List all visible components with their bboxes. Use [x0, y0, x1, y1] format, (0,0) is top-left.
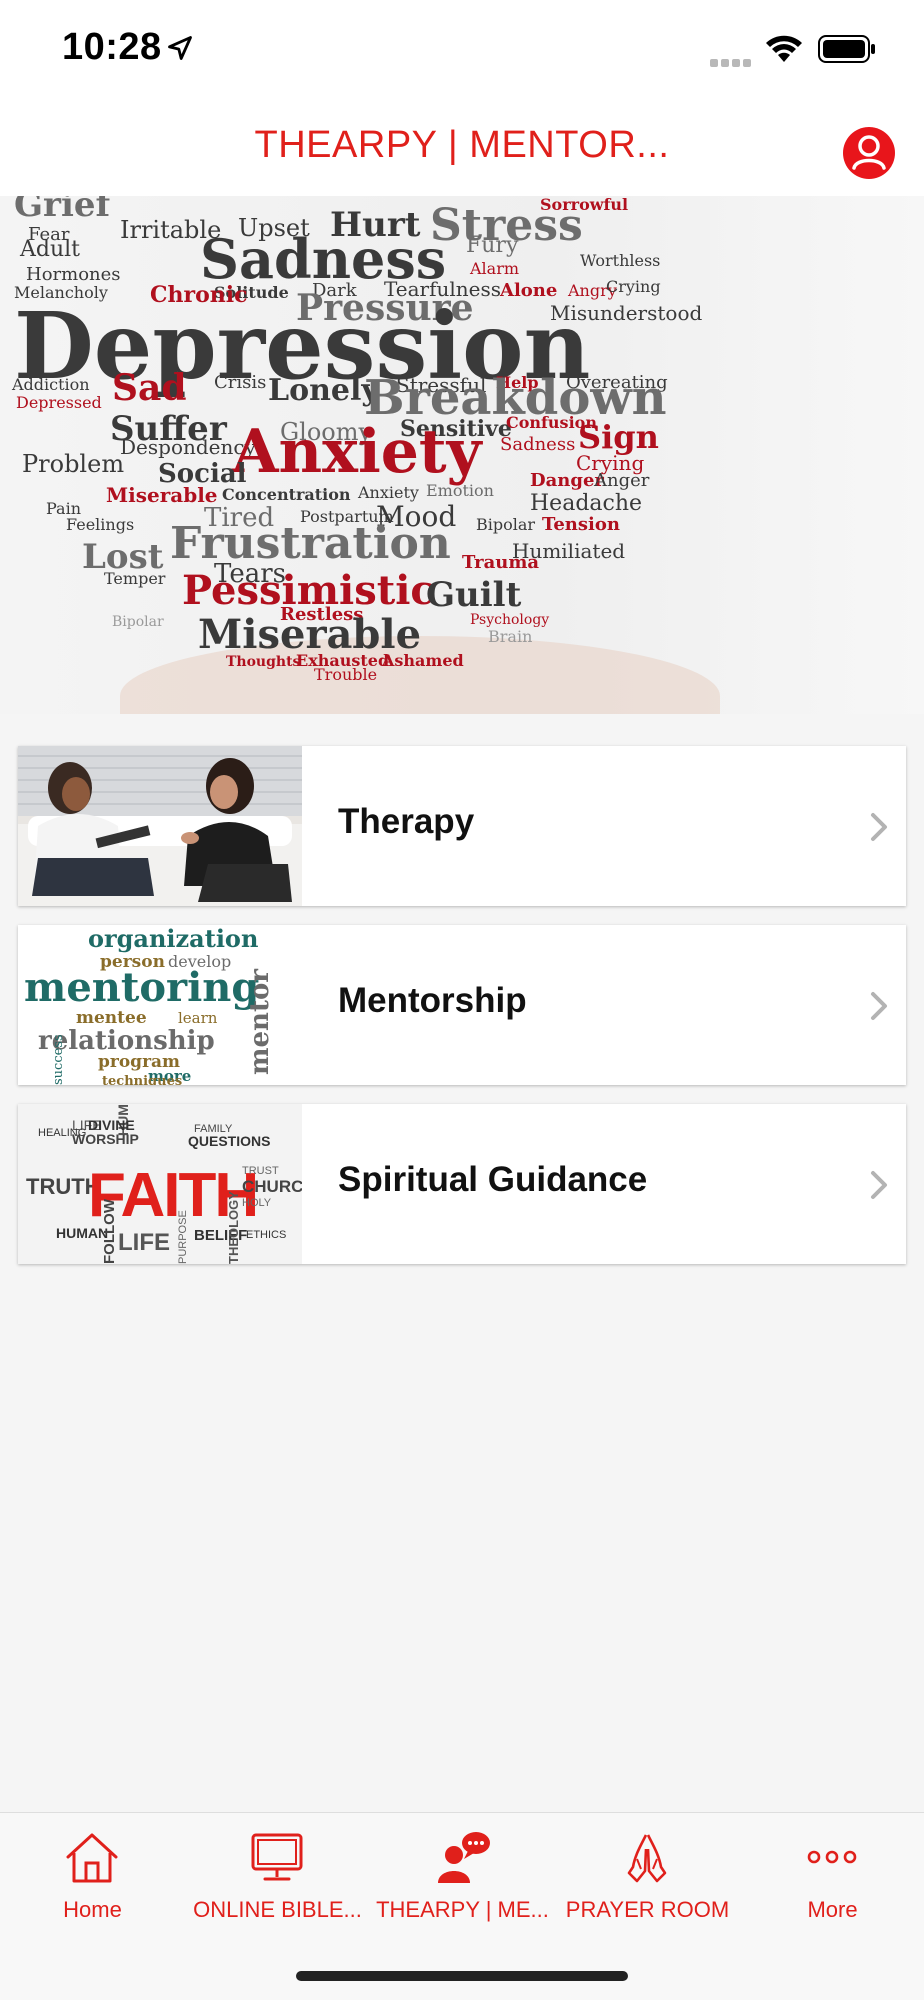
hero-word: Temper — [104, 569, 166, 588]
faith-wordcloud-image: HUMAN LIFE DIVINE HEALING WORSHIP FAMILY… — [18, 1104, 302, 1264]
praying-hands-icon — [627, 1834, 667, 1883]
tab-online-bible[interactable]: ONLINE BIBLE... — [185, 1813, 370, 1943]
tab-label: PRAYER ROOM — [565, 1897, 730, 1922]
hero-word: Addiction — [11, 375, 90, 394]
mentoring-wordcloud-image: organization person develop mentoring me… — [18, 925, 302, 1085]
hero-banner-image: Grief Irritable Fear Upset Hurt Stress Sorrowf… — [0, 196, 924, 714]
home-icon — [66, 1833, 118, 1883]
hero-word: Problem — [22, 450, 124, 478]
status-bar: 10:28 — [0, 0, 924, 100]
tab-label: Home — [63, 1897, 122, 1922]
depression-word-cloud: GriefIrritableFear Upset Hurt StressSorrowf… — [11, 196, 702, 684]
hero-word: Humiliated — [512, 539, 625, 563]
hero-word: Headache — [530, 491, 642, 516]
hero-word: Bipolar — [476, 515, 535, 534]
hero-word: Depressed — [16, 393, 102, 412]
hero-word: Adult — [19, 237, 80, 262]
hero-word: Hormones — [26, 264, 121, 285]
list-item-label: Therapy — [338, 802, 475, 841]
wordcloud-word: learn — [178, 1009, 218, 1027]
wordcloud-word: ETHICS — [246, 1229, 286, 1241]
wordcloud-word: organization — [88, 925, 258, 953]
hero-word: Sadness — [500, 434, 575, 455]
list-item-spiritual-guidance[interactable]: HUMAN LIFE DIVINE HEALING WORSHIP FAMILY… — [18, 1104, 906, 1264]
page-title: THEARPY | MENTOR... — [254, 124, 670, 166]
wordcloud-word: PURPOSE — [177, 1210, 189, 1264]
hero-word: Bipolar — [112, 614, 164, 630]
hero-word: Concentration — [222, 485, 351, 504]
hero-word: Sad — [112, 367, 187, 409]
services-list: Therapy organization person develop ment… — [18, 746, 906, 1283]
battery-icon — [818, 35, 875, 63]
wordcloud-word: QUESTIONS — [188, 1133, 270, 1149]
tab-label: THEARPY | ME... — [376, 1897, 549, 1922]
hero-word: Anxiety — [231, 417, 484, 487]
tab-prayer-room[interactable]: PRAYER ROOM — [555, 1813, 740, 1943]
hero-word: Misunderstood — [550, 301, 702, 325]
wordcloud-word: mentor — [245, 969, 275, 1075]
home-indicator — [296, 1971, 628, 1981]
hero-word: Psychology — [470, 612, 549, 628]
hero-word: Brain — [488, 627, 532, 646]
cellular-signal-icon — [710, 54, 754, 67]
wordcloud-word: techniques — [102, 1074, 182, 1085]
wordcloud-word: WORSHIP — [72, 1131, 139, 1147]
app-screen: 10:28 THEARPY | MENTOR... Grief Irritable… — [0, 0, 924, 2000]
hero-word: Tension — [542, 514, 620, 535]
chevron-right-icon — [871, 1171, 887, 1199]
wordcloud-word: mentoring — [24, 964, 259, 1011]
navigation-bar: THEARPY | MENTOR... — [0, 100, 924, 196]
hero-word: Emotion — [426, 481, 494, 500]
location-arrow-icon — [168, 36, 192, 60]
wifi-icon — [766, 35, 802, 62]
wordcloud-word: TRUST — [242, 1165, 279, 1177]
therapy-session-image — [18, 746, 302, 906]
wordcloud-word: FOLLOW — [101, 1198, 118, 1264]
user-profile-icon — [852, 135, 886, 170]
tab-label: More — [807, 1897, 858, 1922]
hero-word: Guilt — [426, 575, 522, 615]
hero-word: Feelings — [66, 515, 134, 534]
hero-word: Frustration — [170, 518, 451, 569]
tab-label: ONLINE BIBLE... — [193, 1897, 362, 1922]
wordcloud-word: mentee — [76, 1008, 147, 1028]
hero-word: Alarm — [469, 259, 519, 278]
wordcloud-word: THEOLOGY — [226, 1191, 241, 1264]
more-dots-icon — [807, 1850, 857, 1864]
chevron-right-icon — [871, 813, 887, 841]
chevron-right-icon — [871, 992, 887, 1020]
monitor-icon — [251, 1833, 303, 1881]
status-time: 10:28 — [62, 26, 162, 68]
hero-word: Fury — [466, 233, 519, 258]
list-item-label: Spiritual Guidance — [338, 1160, 648, 1199]
list-item-therapy[interactable]: Therapy — [18, 746, 906, 906]
hero-word: Worthless — [580, 251, 660, 270]
hero-word: Trouble — [314, 665, 377, 684]
hero-word: Sorrowful — [540, 196, 628, 214]
hero-word: Anger — [593, 470, 650, 491]
hero-word: Ashamed — [381, 651, 464, 670]
hero-word: Thoughts — [226, 654, 301, 670]
tab-more[interactable]: More — [740, 1813, 924, 1943]
hero-word: Crying — [606, 277, 661, 296]
wordcloud-word: success — [51, 1034, 66, 1085]
tab-home[interactable]: Home — [0, 1813, 185, 1943]
wordcloud-word: CHURCH — [242, 1177, 302, 1196]
hero-word: Grief — [14, 196, 112, 225]
profile-button[interactable] — [843, 127, 895, 179]
hero-word: Crisis — [214, 372, 266, 393]
wordcloud-word: LIFE — [118, 1229, 170, 1256]
hero-word: Miserable — [106, 483, 218, 507]
list-item-mentorship[interactable]: organization person develop mentoring me… — [18, 925, 906, 1085]
list-item-label: Mentorship — [338, 981, 527, 1020]
tab-therapy-mentorship[interactable]: THEARPY | ME... — [370, 1813, 555, 1943]
wordcloud-word: HOLY — [242, 1197, 272, 1209]
counseling-icon — [438, 1832, 490, 1883]
